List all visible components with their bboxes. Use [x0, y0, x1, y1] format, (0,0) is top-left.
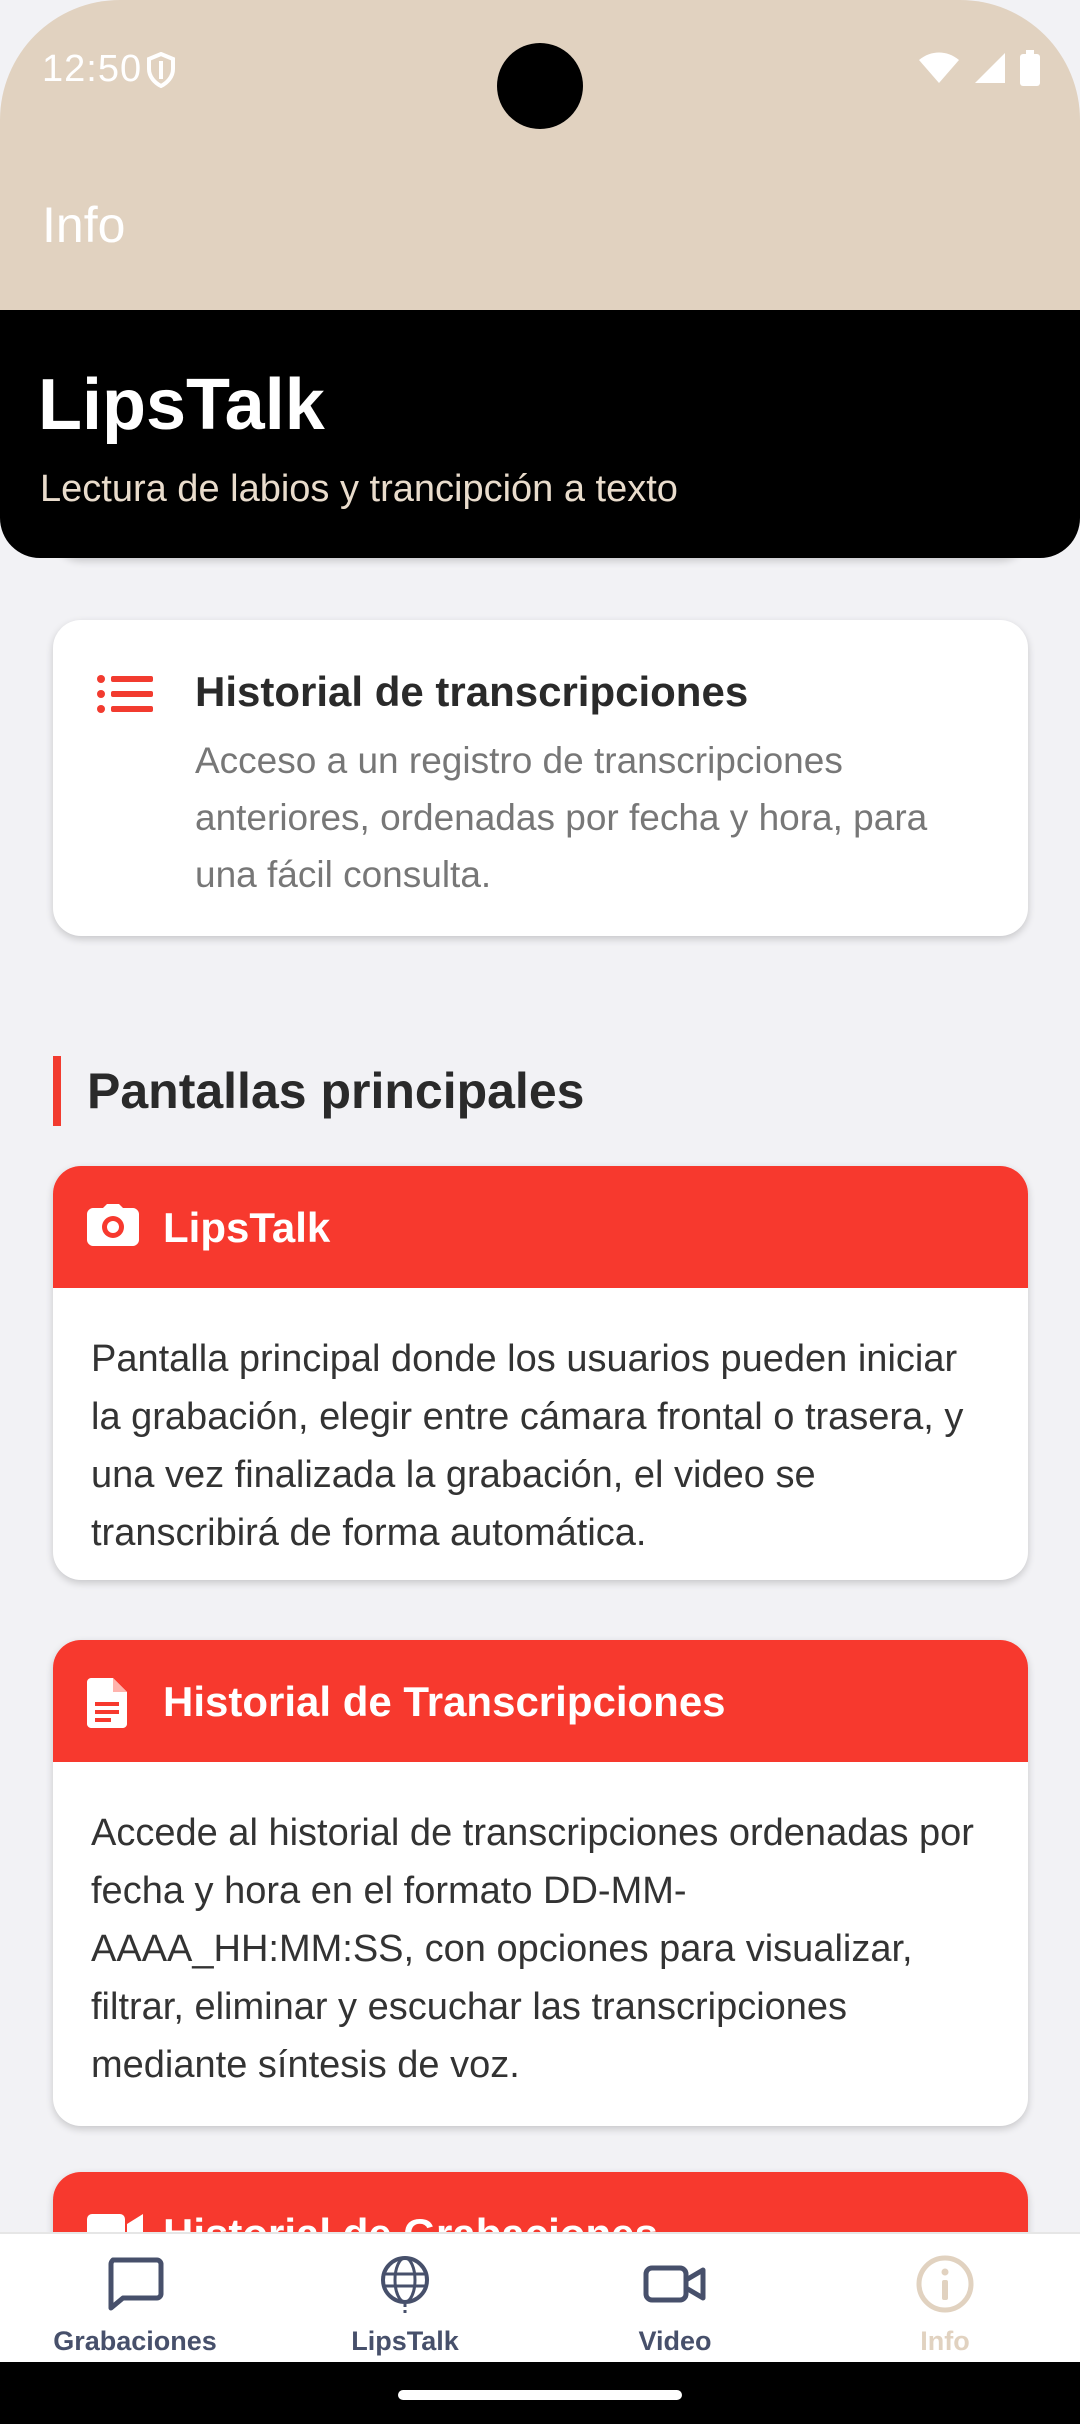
section-header: Pantallas principales [53, 1056, 584, 1126]
content-scroll[interactable]: Historial de transcripciones Acceso a un… [0, 520, 1080, 2232]
screen-card-description: Pantalla principal donde los usuarios pu… [91, 1338, 964, 1554]
feature-card: Historial de transcripciones Acceso a un… [53, 620, 1028, 936]
screen-card-description: Accede al historial de transcripciones o… [91, 1812, 974, 2086]
feature-description: Acceso a un registro de transcripciones … [195, 740, 928, 895]
section-title: Pantallas principales [87, 1063, 585, 1119]
screen-card-title: LipsTalk [163, 1204, 331, 1251]
home-indicator[interactable] [398, 2390, 682, 2400]
nav-item-lipstalk[interactable]: LipsTalk [270, 2234, 540, 2364]
nav-label: Grabaciones [53, 2326, 217, 2356]
bottom-navigation: Grabaciones LipsTalk Video Info [0, 2232, 1080, 2364]
signal-icon [974, 52, 1006, 89]
hero-banner: LipsTalk Lectura de labios y trancipción… [0, 310, 1080, 558]
video-camera-icon [643, 2254, 707, 2319]
nav-item-grabaciones[interactable]: Grabaciones [0, 2234, 270, 2364]
battery-icon [1020, 50, 1040, 91]
nav-item-video[interactable]: Video [540, 2234, 810, 2364]
screen-card-title: Historial de Transcripciones [163, 1678, 726, 1725]
nav-item-info[interactable]: Info [810, 2234, 1080, 2364]
globe-icon [375, 2254, 435, 2321]
nav-label: LipsTalk [351, 2326, 459, 2356]
shield-icon [146, 51, 176, 93]
chat-bubble-icon [105, 2254, 165, 2319]
page-title: Info [42, 197, 126, 253]
wifi-icon [918, 52, 960, 89]
hero-subtitle: Lectura de labios y trancipción a texto [40, 468, 678, 510]
camera-icon [87, 1204, 139, 1251]
hero-title: LipsTalk [38, 365, 325, 445]
status-bar: 12:50 Info [0, 0, 1080, 310]
list-icon [97, 674, 153, 719]
screen-card-header: LipsTalk [53, 1166, 1028, 1288]
section-accent-bar [53, 1056, 61, 1126]
feature-title: Historial de transcripciones [195, 668, 749, 715]
nav-label: Info [920, 2326, 970, 2356]
screen-card-header: Historial de Transcripciones [53, 1640, 1028, 1762]
status-time: 12:50 [42, 48, 143, 90]
nav-label: Video [638, 2326, 712, 2356]
gesture-bar [0, 2362, 1080, 2424]
video-icon [87, 2210, 143, 2232]
screen-card-historial-grabaciones: Historial de Grabaciones [53, 2172, 1028, 2232]
screen-card-title: Historial de Grabaciones [163, 2210, 658, 2232]
info-icon [915, 2254, 975, 2319]
screen-card-historial-transcripciones: Historial de Transcripciones Accede al h… [53, 1640, 1028, 2126]
document-icon [87, 1678, 127, 1733]
camera-cutout [497, 43, 583, 129]
screen-card-lipstalk: LipsTalk Pantalla principal donde los us… [53, 1166, 1028, 1580]
screen-card-header: Historial de Grabaciones [53, 2172, 1028, 2232]
system-icons [918, 50, 1040, 91]
